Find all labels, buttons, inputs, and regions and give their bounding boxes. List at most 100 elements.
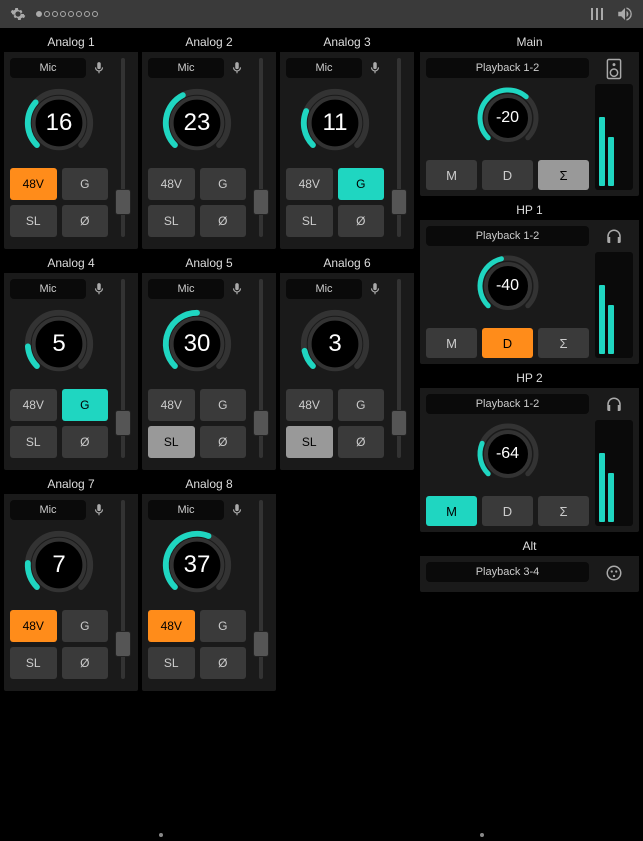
channel-btn-ø[interactable]: Ø: [338, 205, 385, 237]
channel-btn-g[interactable]: G: [200, 168, 247, 200]
gain-knob[interactable]: 37: [158, 526, 236, 604]
channel-btn-48v[interactable]: 48V: [286, 389, 333, 421]
output-btn-d[interactable]: D: [482, 496, 533, 526]
output-title: Main: [420, 32, 639, 52]
gain-knob[interactable]: 5: [20, 305, 98, 383]
btn-label: SL: [164, 435, 179, 449]
channel-btn-ø[interactable]: Ø: [200, 205, 247, 237]
channel-btn-g[interactable]: G: [200, 610, 247, 642]
output-btn-σ[interactable]: Σ: [538, 328, 589, 358]
channel-btn-sl[interactable]: SL: [10, 205, 57, 237]
channel-title: Analog 1: [4, 32, 138, 52]
output-btn-d[interactable]: D: [482, 160, 533, 190]
mic-icon: [366, 280, 384, 298]
gain-knob[interactable]: 16: [20, 84, 98, 162]
input-channel: Analog 7 Mic 7 48VGSLØ: [4, 474, 138, 691]
channel-btn-g[interactable]: G: [338, 389, 385, 421]
fader[interactable]: [252, 279, 270, 458]
btn-label: Ø: [356, 214, 365, 228]
btn-label: SL: [302, 214, 317, 228]
btn-label: Σ: [559, 336, 567, 351]
channel-btn-ø[interactable]: Ø: [338, 426, 385, 458]
gain-knob[interactable]: 23: [158, 84, 236, 162]
channel-pager-dots[interactable]: [36, 11, 98, 17]
channel-btn-sl[interactable]: SL: [148, 426, 195, 458]
channel-btn-sl[interactable]: SL: [10, 647, 57, 679]
page-dot[interactable]: [480, 833, 484, 837]
output-btn-m[interactable]: M: [426, 328, 477, 358]
gain-knob[interactable]: 11: [296, 84, 374, 162]
channel-btn-g[interactable]: G: [62, 610, 109, 642]
source-select[interactable]: Mic: [148, 500, 224, 520]
channel-title: Analog 4: [4, 253, 138, 273]
channel-btn-sl[interactable]: SL: [10, 426, 57, 458]
source-select[interactable]: Mic: [10, 58, 86, 78]
source-select[interactable]: Mic: [10, 279, 86, 299]
channel-btn-48v[interactable]: 48V: [10, 168, 57, 200]
source-select[interactable]: Mic: [148, 279, 224, 299]
channel-btn-ø[interactable]: Ø: [200, 426, 247, 458]
gain-knob[interactable]: 3: [296, 305, 374, 383]
channel-btn-ø[interactable]: Ø: [200, 647, 247, 679]
eq-icon[interactable]: [587, 4, 607, 24]
channel-btn-g[interactable]: G: [338, 168, 385, 200]
volume-icon[interactable]: [615, 4, 635, 24]
speaker-icon: [605, 58, 623, 80]
gain-value: 7: [20, 526, 98, 604]
page-dot[interactable]: [159, 833, 163, 837]
settings-icon[interactable]: [8, 4, 28, 24]
btn-label: SL: [26, 656, 41, 670]
fader[interactable]: [252, 500, 270, 679]
gain-knob[interactable]: 30: [158, 305, 236, 383]
channel-btn-48v[interactable]: 48V: [286, 168, 333, 200]
channel-btn-g[interactable]: G: [62, 168, 109, 200]
output-title: HP 2: [420, 368, 639, 388]
source-select[interactable]: Mic: [286, 58, 362, 78]
channel-btn-48v[interactable]: 48V: [148, 389, 195, 421]
btn-label: G: [356, 398, 365, 412]
output-btn-d[interactable]: D: [482, 328, 533, 358]
btn-label: 48V: [23, 398, 44, 412]
playback-select[interactable]: Playback 3-4: [426, 562, 589, 582]
channel-btn-g[interactable]: G: [200, 389, 247, 421]
fader[interactable]: [390, 279, 408, 458]
channel-btn-ø[interactable]: Ø: [62, 426, 109, 458]
volume-knob[interactable]: -40: [472, 250, 544, 322]
source-select[interactable]: Mic: [10, 500, 86, 520]
channel-btn-48v[interactable]: 48V: [148, 610, 195, 642]
output-btn-σ[interactable]: Σ: [538, 496, 589, 526]
channel-btn-ø[interactable]: Ø: [62, 647, 109, 679]
volume-knob[interactable]: -20: [472, 82, 544, 154]
headphones-icon: [604, 226, 624, 248]
gain-value: 3: [296, 305, 374, 383]
fader[interactable]: [114, 500, 132, 679]
fader[interactable]: [390, 58, 408, 237]
btn-label: SL: [26, 435, 41, 449]
playback-select[interactable]: Playback 1-2: [426, 58, 589, 78]
channel-btn-sl[interactable]: SL: [286, 426, 333, 458]
channel-btn-48v[interactable]: 48V: [10, 610, 57, 642]
top-bar: [0, 0, 643, 28]
btn-label: SL: [26, 214, 41, 228]
output-btn-m[interactable]: M: [426, 160, 477, 190]
channel-btn-48v[interactable]: 48V: [10, 389, 57, 421]
channel-btn-sl[interactable]: SL: [148, 205, 195, 237]
volume-knob[interactable]: -64: [472, 418, 544, 490]
playback-select[interactable]: Playback 1-2: [426, 394, 589, 414]
gain-value: 30: [158, 305, 236, 383]
output-btn-m[interactable]: M: [426, 496, 477, 526]
fader[interactable]: [114, 58, 132, 237]
fader[interactable]: [252, 58, 270, 237]
source-select[interactable]: Mic: [148, 58, 224, 78]
channel-btn-sl[interactable]: SL: [148, 647, 195, 679]
playback-select[interactable]: Playback 1-2: [426, 226, 589, 246]
fader[interactable]: [114, 279, 132, 458]
channel-btn-ø[interactable]: Ø: [62, 205, 109, 237]
output-btn-σ[interactable]: Σ: [538, 160, 589, 190]
channel-btn-g[interactable]: G: [62, 389, 109, 421]
gain-knob[interactable]: 7: [20, 526, 98, 604]
channel-btn-48v[interactable]: 48V: [148, 168, 195, 200]
btn-label: G: [218, 619, 227, 633]
source-select[interactable]: Mic: [286, 279, 362, 299]
channel-btn-sl[interactable]: SL: [286, 205, 333, 237]
